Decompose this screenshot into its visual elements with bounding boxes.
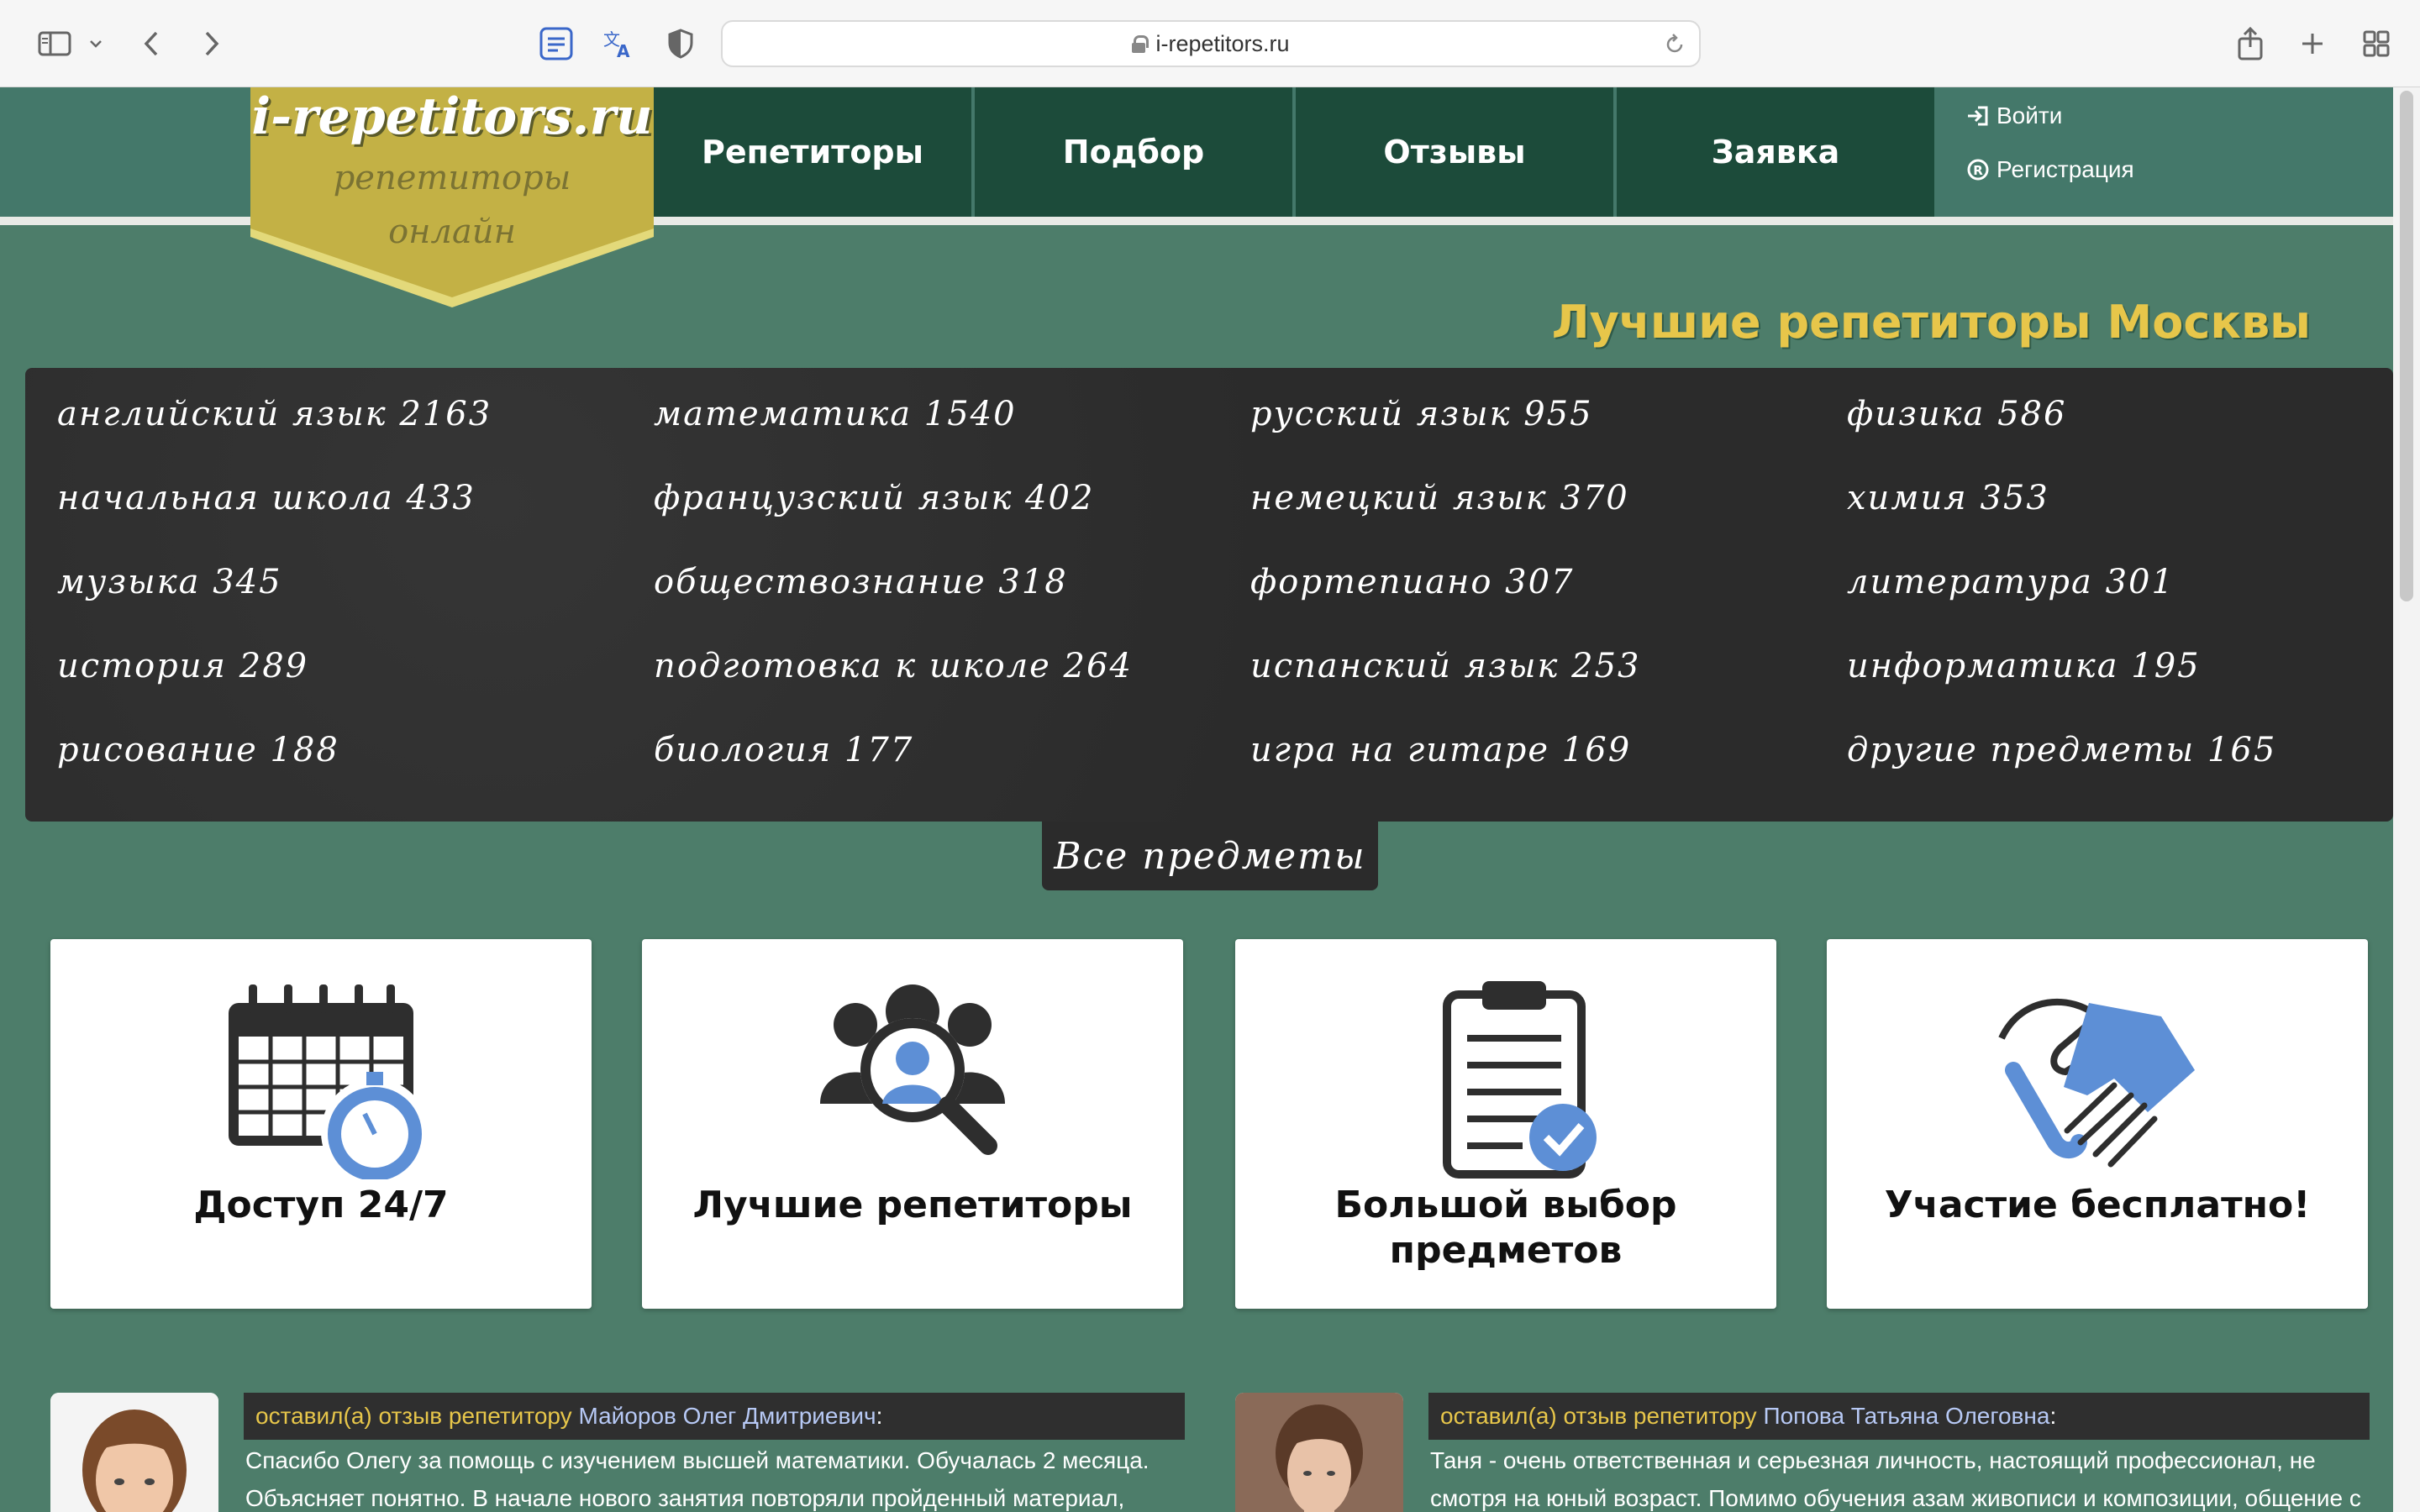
feature-card-access: Доступ 24/7 [50, 939, 592, 1309]
site-logo[interactable]: i-repetitors.ru репетиторы онлайн [250, 87, 654, 310]
reviewer-avatar [50, 1393, 218, 1512]
subject-link[interactable]: начальная школа 433 [57, 479, 476, 517]
feature-title: Доступ 24/7 [193, 1184, 449, 1226]
reload-icon[interactable] [1664, 34, 1686, 61]
share-icon[interactable] [2232, 22, 2269, 66]
reviewer-avatar [1235, 1393, 1403, 1512]
handshake-icon [1998, 999, 2195, 1168]
browser-toolbar: 文A i-repetitors.ru [0, 0, 2420, 87]
review-header: оставил(а) отзыв репетитору Майоров Олег… [244, 1393, 1185, 1440]
login-label: Войти [1996, 102, 2063, 129]
people-magnifier-icon [820, 984, 1005, 1155]
review-text: Спасибо Олегу за помощь с изучением высш… [245, 1447, 1150, 1511]
scrollbar-thumb[interactable] [2400, 91, 2413, 601]
feature-card-free: Участие бесплатно! [1827, 939, 2368, 1309]
nav-tab-selection[interactable]: Подбор [975, 87, 1292, 217]
subject-link[interactable]: обществознание 318 [654, 563, 1068, 601]
review-prefix: оставил(а) отзыв репетитору [1440, 1403, 1757, 1429]
clipboard-check-icon [1443, 981, 1597, 1179]
sidebar-toggle-icon[interactable] [30, 22, 79, 66]
lock-icon [1132, 35, 1150, 53]
review-header: оставил(а) отзыв репетитору Попова Татья… [1428, 1393, 2370, 1440]
subject-link[interactable]: немецкий язык 370 [1250, 479, 1629, 517]
tab-overview-icon[interactable] [2358, 22, 2395, 66]
page-scrollbar[interactable] [2393, 87, 2420, 1512]
subject-link[interactable]: игра на гитаре 169 [1250, 731, 1631, 769]
feature-title: Большой выбор предметов [1334, 1184, 1677, 1272]
svg-text:R: R [1973, 163, 1983, 178]
subject-link[interactable]: музыка 345 [57, 563, 282, 601]
subject-link[interactable]: подготовка к школе 264 [654, 647, 1133, 685]
subject-link[interactable]: французский язык 402 [654, 479, 1094, 517]
feature-title: Участие бесплатно! [1884, 1184, 2311, 1226]
login-icon [1968, 106, 1988, 126]
subject-link[interactable]: литература 301 [1847, 563, 2175, 601]
address-bar[interactable]: i-repetitors.ru [721, 20, 1701, 67]
logo-subtitle-line2: онлайн [388, 213, 516, 251]
chevron-down-icon[interactable] [84, 22, 108, 66]
subject-link[interactable]: история 289 [57, 647, 308, 685]
tutor-name-link[interactable]: Попова Татьяна Олеговна [1763, 1403, 2049, 1429]
review-prefix: оставил(а) отзыв репетитору [255, 1403, 572, 1429]
subject-link[interactable]: информатика 195 [1847, 647, 2201, 685]
nav-tab-request[interactable]: Заявка [1617, 87, 1934, 217]
subject-link[interactable]: русский язык 955 [1250, 395, 1593, 433]
subject-link[interactable]: испанский язык 253 [1250, 647, 1640, 685]
feature-title: Лучшие репетиторы [692, 1184, 1133, 1226]
nav-tab-reviews[interactable]: Отзывы [1296, 87, 1613, 217]
subject-link[interactable]: биология 177 [654, 731, 913, 769]
translate-icon[interactable]: 文A [598, 22, 639, 66]
tutor-name-link[interactable]: Майоров Олег Дмитриевич [578, 1403, 876, 1429]
subject-link[interactable]: фортепиано 307 [1250, 563, 1574, 601]
subject-link[interactable]: английский язык 2163 [57, 395, 492, 433]
login-link[interactable]: Войти [1966, 102, 2062, 129]
page-headline: Лучшие репетиторы Москвы [1551, 296, 2311, 349]
feature-card-subjects: Большой выбор предметов [1235, 939, 1776, 1309]
new-tab-icon[interactable] [2294, 22, 2331, 66]
reader-extension-icon[interactable] [536, 22, 576, 66]
register-label: Регистрация [1996, 156, 2134, 182]
back-icon[interactable] [138, 22, 165, 66]
url-text: i-repetitors.ru [1155, 30, 1290, 56]
svg-text:A: A [617, 41, 630, 60]
all-subjects-button[interactable]: Все предметы [1042, 822, 1378, 890]
subject-link[interactable]: математика 1540 [654, 395, 1017, 433]
review-text: Таня - очень ответственная и серьезная л… [1430, 1447, 2361, 1511]
logo-subtitle-line1: репетиторы [333, 159, 571, 197]
subject-link[interactable]: химия 353 [1847, 479, 2049, 517]
logo-title: i-repetitors.ru [251, 87, 653, 146]
register-link[interactable]: R Регистрация [1966, 156, 2134, 183]
subject-link[interactable]: рисование 188 [57, 731, 339, 769]
subjects-chalkboard: английский язык 2163 математика 1540 рус… [25, 368, 2393, 822]
nav-tab-tutors[interactable]: Репетиторы [654, 87, 971, 217]
feature-card-best-tutors: Лучшие репетиторы [642, 939, 1183, 1309]
privacy-shield-icon[interactable] [660, 22, 701, 66]
registered-icon: R [1967, 159, 1989, 181]
forward-icon[interactable] [198, 22, 225, 66]
subject-link[interactable]: физика 586 [1847, 395, 2066, 433]
calendar-stopwatch-icon [229, 984, 422, 1179]
subject-link[interactable]: другие предметы 165 [1847, 731, 2276, 769]
